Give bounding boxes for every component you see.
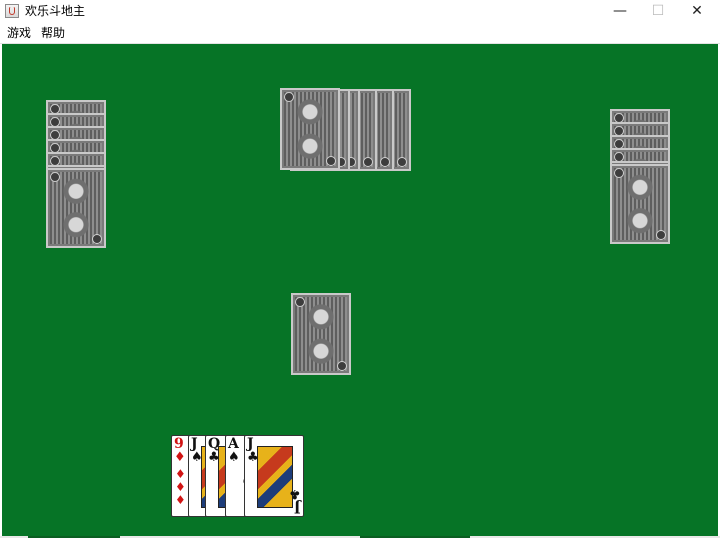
card-back (46, 168, 106, 248)
center-card-back[interactable] (291, 293, 351, 375)
card-back (280, 88, 340, 170)
title-bar: 欢乐斗地主 — ☐ ✕ (0, 0, 720, 23)
card-rank-bottom: J (294, 499, 301, 515)
card-rank: J (247, 436, 254, 452)
card-back (610, 164, 670, 244)
card-suit: ♦ (174, 450, 186, 465)
window-title: 欢乐斗地主 (25, 4, 86, 18)
jack-face-icon (257, 446, 293, 508)
maximize-button[interactable]: ☐ (638, 0, 678, 23)
menu-bar: 游戏 帮助 (0, 23, 720, 44)
close-button[interactable]: ✕ (677, 0, 717, 23)
card-suit-bottom: ♣ (289, 486, 301, 501)
hand-card[interactable]: J ♣ J ♣ (244, 435, 304, 517)
menu-help[interactable]: 帮助 (41, 25, 65, 41)
diamond-pips-icon: ♦ ♦ ♦ (175, 467, 186, 507)
card-rank: J (191, 436, 198, 452)
menu-game[interactable]: 游戏 (7, 25, 31, 41)
card-rank: 9 (174, 436, 184, 452)
card-suit: ♠ (228, 450, 240, 465)
card-rank: A (228, 436, 239, 452)
java-app-icon (5, 4, 19, 18)
minimize-button[interactable]: — (600, 0, 640, 23)
